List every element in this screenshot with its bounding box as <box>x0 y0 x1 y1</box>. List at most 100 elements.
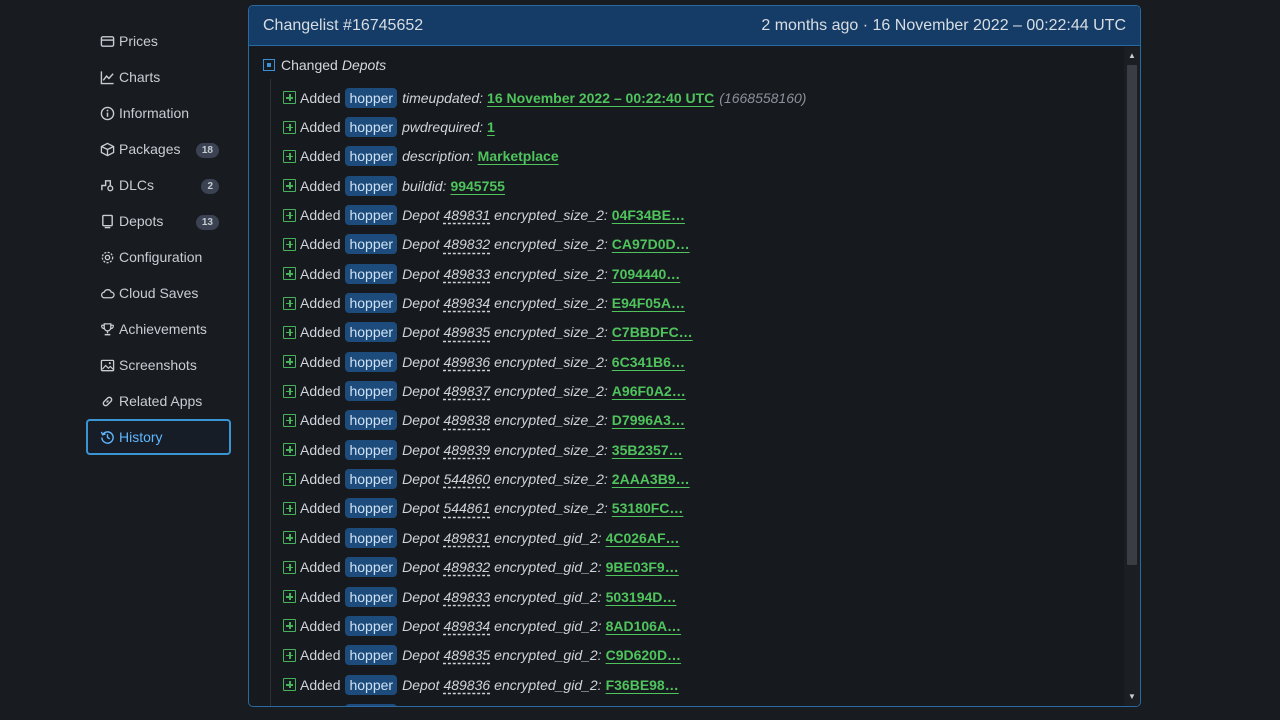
branch-tag[interactable]: hopper <box>345 322 398 343</box>
change-key: encrypted_size_2: <box>494 324 608 341</box>
depot-id-link[interactable]: 489831 <box>443 207 490 223</box>
change-value[interactable]: E94F05A… <box>612 295 685 311</box>
plus-square-icon <box>283 443 296 457</box>
depot-id-link[interactable]: 489835 <box>443 647 490 663</box>
change-value[interactable]: 35B2357… <box>612 442 683 458</box>
branch-tag[interactable]: hopper <box>345 234 398 255</box>
depot-id-link[interactable]: 489831 <box>443 530 490 546</box>
branch-tag[interactable]: hopper <box>345 557 398 578</box>
change-row: Added hopper Depot 489839 encrypted_size_2: 3… <box>283 435 806 464</box>
change-value[interactable]: 1 <box>487 119 495 135</box>
sidebar-item-charts[interactable]: Charts <box>86 59 231 95</box>
group-prefix: Changed <box>281 57 338 73</box>
change-value[interactable]: 6C341B6… <box>612 354 685 370</box>
changelist-body[interactable]: Changed Depots Added hopper timeupdated: 16… <box>249 47 1124 706</box>
sidebar-item-label: History <box>119 429 163 445</box>
change-value[interactable]: 7094440… <box>612 266 681 282</box>
branch-tag[interactable]: hopper <box>345 175 398 196</box>
change-value[interactable]: D7996A3… <box>612 412 685 428</box>
sidebar-item-achievements[interactable]: Achievements <box>86 311 231 347</box>
sidebar-item-label: Charts <box>119 69 161 85</box>
changed-depots-group[interactable]: Changed Depots <box>263 57 386 73</box>
depot-id-link[interactable]: 489838 <box>443 412 490 428</box>
depot-word: Depot <box>402 265 440 282</box>
scrollbar[interactable]: ▲ ▼ <box>1124 47 1140 706</box>
sidebar-item-packages[interactable]: Packages 18 <box>86 131 231 167</box>
branch-tag[interactable]: hopper <box>345 146 398 167</box>
branch-tag[interactable]: hopper <box>345 351 398 372</box>
branch-tag[interactable]: hopper <box>345 586 398 607</box>
sidebar-item-depots[interactable]: Depots 13 <box>86 203 231 239</box>
collapse-icon[interactable] <box>263 59 275 71</box>
sidebar-item-screenshots[interactable]: Screenshots <box>86 347 231 383</box>
sidebar-item-prices[interactable]: Prices <box>86 23 231 59</box>
branch-tag[interactable]: hopper <box>345 205 398 226</box>
change-value[interactable]: 9BE03F9… <box>606 559 679 575</box>
branch-tag[interactable]: hopper <box>345 527 398 548</box>
change-rows: Added hopper timeupdated: 16 November 2022 … <box>283 83 806 706</box>
change-value[interactable]: F36BE98… <box>606 677 679 693</box>
depot-word: Depot <box>402 676 440 693</box>
change-value[interactable]: Marketplace <box>478 148 559 164</box>
change-row: Added hopper Depot 489833 encrypted_gid_2: 50… <box>283 582 806 611</box>
change-row: Added hopper timeupdated: 16 November 2022 … <box>283 83 806 112</box>
branch-tag[interactable]: hopper <box>345 87 398 108</box>
branch-tag[interactable]: hopper <box>345 293 398 314</box>
sidebar-item-configuration[interactable]: Configuration <box>86 239 231 275</box>
change-value[interactable]: A96F0A2… <box>612 383 686 399</box>
sidebar-item-label: Configuration <box>119 249 203 265</box>
depot-id-link[interactable]: 489833 <box>443 589 490 605</box>
branch-tag[interactable]: hopper <box>345 263 398 284</box>
scroll-thumb[interactable] <box>1127 65 1137 565</box>
depot-id-link[interactable]: 489834 <box>443 618 490 634</box>
depot-id-link[interactable]: 489832 <box>443 236 490 252</box>
branch-tag[interactable]: hopper <box>345 674 398 695</box>
change-value[interactable]: 04F34BE… <box>612 207 685 223</box>
sidebar-item-history[interactable]: History <box>86 419 231 455</box>
change-type: Added <box>300 383 341 400</box>
change-key: timeupdated: <box>402 89 484 106</box>
branch-tag[interactable]: hopper <box>345 410 398 431</box>
scroll-down-icon[interactable]: ▼ <box>1124 690 1140 704</box>
change-value[interactable]: 8AD106A… <box>606 618 681 634</box>
branch-tag[interactable]: hopper <box>345 439 398 460</box>
change-value[interactable]: C9D620D… <box>606 647 681 663</box>
change-value[interactable]: CA97D0D… <box>612 236 690 252</box>
change-type: Added <box>300 471 341 488</box>
depot-word: Depot <box>402 588 440 605</box>
change-value[interactable]: 503194D… <box>606 589 677 605</box>
branch-tag[interactable]: hopper <box>345 381 398 402</box>
scroll-up-icon[interactable]: ▲ <box>1124 49 1140 63</box>
depot-id-link[interactable]: 489835 <box>443 324 490 340</box>
sidebar-item-cloud-saves[interactable]: Cloud Saves <box>86 275 231 311</box>
depot-id-link[interactable]: 489834 <box>443 295 490 311</box>
sidebar-item-related-apps[interactable]: Related Apps <box>86 383 231 419</box>
change-value[interactable]: 9945755 <box>450 178 505 194</box>
change-type: Added <box>300 207 341 224</box>
depot-word: Depot <box>402 295 440 312</box>
depot-id-link[interactable]: 489833 <box>443 266 490 282</box>
change-value[interactable]: 53180FC… <box>612 500 684 516</box>
depot-id-link[interactable]: 489836 <box>443 677 490 693</box>
change-value[interactable]: C7BBDFC… <box>612 324 693 340</box>
depot-id-link[interactable]: 544860 <box>443 471 490 487</box>
sidebar-item-dlcs[interactable]: DLCs 2 <box>86 167 231 203</box>
plus-square-icon <box>283 501 296 515</box>
change-value[interactable]: 2AAA3B9… <box>612 471 690 487</box>
sidebar-item-information[interactable]: Information <box>86 95 231 131</box>
depot-id-link[interactable]: 489837 <box>443 383 490 399</box>
change-key: encrypted_size_2: <box>494 500 608 517</box>
change-key: encrypted_size_2: <box>494 295 608 312</box>
depot-id-link[interactable]: 489836 <box>443 354 490 370</box>
depot-id-link[interactable]: 544861 <box>443 500 490 516</box>
depot-id-link[interactable]: 489839 <box>443 442 490 458</box>
branch-tag[interactable]: hopper <box>345 645 398 666</box>
branch-tag[interactable]: hopper <box>345 498 398 519</box>
branch-tag[interactable]: hopper <box>345 469 398 490</box>
branch-tag[interactable]: hopper <box>345 117 398 138</box>
change-value[interactable]: 4C026AF… <box>606 530 680 546</box>
branch-tag[interactable]: hopper <box>345 703 398 706</box>
branch-tag[interactable]: hopper <box>345 615 398 636</box>
change-value[interactable]: 16 November 2022 – 00:22:40 UTC <box>487 90 714 106</box>
depot-id-link[interactable]: 489832 <box>443 559 490 575</box>
